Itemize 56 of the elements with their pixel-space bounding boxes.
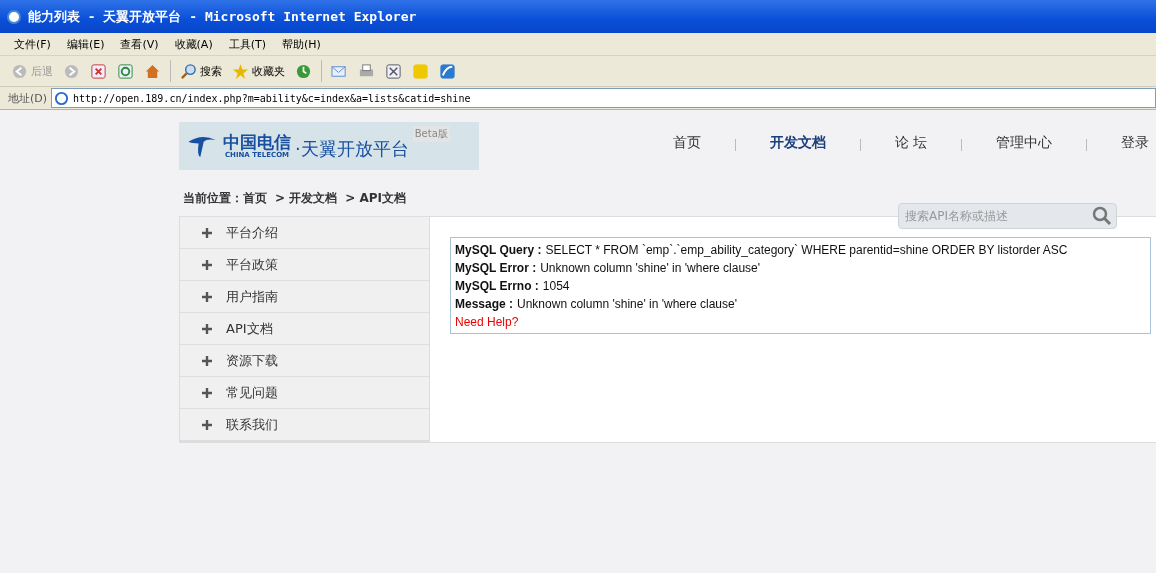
sidebar-item[interactable]: API文档 [180, 313, 429, 345]
menu-item[interactable]: 工具(T) [228, 36, 266, 52]
plus-icon [202, 419, 212, 430]
address-field[interactable]: http://open.189.cn/index.php?m=ability&c=index&a=lists&catid=shine [51, 88, 1156, 108]
nav-link[interactable]: 开发文档 [770, 134, 826, 152]
nav-link[interactable]: 首页 [673, 134, 701, 152]
home-icon [144, 62, 161, 80]
search-icon[interactable] [1092, 206, 1112, 226]
menu-item[interactable]: 编辑(E) [66, 36, 105, 52]
breadcrumb-link[interactable]: 当前位置：首页 [183, 190, 267, 214]
sidebar-item[interactable]: 常见问题 [180, 377, 429, 409]
plus-icon [202, 259, 212, 270]
help-link[interactable]: Need Help? [455, 315, 519, 329]
menu-item[interactable]: 查看(V) [120, 36, 159, 52]
plus-icon [202, 355, 212, 366]
search-icon [180, 62, 197, 80]
address-label: 地址(D) [8, 90, 48, 106]
breadcrumb-link[interactable]: > 开发文档 [275, 190, 338, 214]
sidebar-item[interactable]: 资源下载 [180, 345, 429, 377]
window-title: 能力列表 - 天翼开放平台 - Microsoft Internet Explorer [28, 7, 417, 26]
nav-link[interactable]: 管理中心 [996, 134, 1053, 152]
beta-badge: Beta版 [412, 126, 450, 142]
error-label: MySQL Errno : [455, 278, 539, 295]
sidebar-item[interactable]: 用户指南 [180, 281, 429, 313]
star-icon [232, 62, 249, 80]
error-text: SELECT * FROM `emp`.`emp_ability_category` WHERE parentid=shine ORDER BY listorder ASC [545, 242, 1068, 259]
sidebar-item[interactable]: 平台政策 [180, 249, 429, 281]
page-icon [54, 90, 70, 106]
logo-brand: 中国电信 [223, 133, 291, 151]
plus-icon [202, 323, 212, 334]
forward-icon [63, 62, 80, 80]
error-text: Unknown column 'shine' in 'where clause' [540, 260, 761, 277]
error-text: Unknown column 'shine' in 'where clause' [517, 296, 737, 313]
nav-link[interactable]: 登录 [1121, 134, 1150, 152]
sidebar-item[interactable]: 平台介绍 [180, 217, 429, 249]
breadcrumb-link[interactable]: > API文档 [345, 190, 406, 214]
error-label: MySQL Query : [455, 242, 542, 259]
search-field[interactable]: 搜索API名称或描述 [898, 203, 1117, 229]
menu-item[interactable]: 帮助(H) [282, 36, 321, 52]
browser-icon [6, 8, 22, 25]
plus-icon [202, 227, 212, 238]
nav-link[interactable]: 论 坛 [895, 134, 928, 152]
toolbar-button[interactable]: 收藏夹 [229, 60, 288, 82]
sidebar-item[interactable]: 联系我们 [180, 409, 429, 440]
toolbar-button[interactable]: 搜索 [177, 60, 225, 82]
error-text: 1054 [542, 278, 570, 295]
error-label: MySQL Error : [455, 260, 537, 277]
plus-icon [202, 291, 212, 302]
plus-icon [202, 387, 212, 398]
menu-item[interactable]: 收藏(A) [174, 36, 213, 52]
menu-item[interactable]: 文件(F) [14, 36, 51, 52]
note-icon [412, 62, 429, 80]
error-label: Message : [455, 296, 514, 313]
stop-icon [90, 62, 107, 80]
back-icon [11, 62, 28, 80]
logo-platform: ·天翼开放平台 [295, 137, 409, 161]
